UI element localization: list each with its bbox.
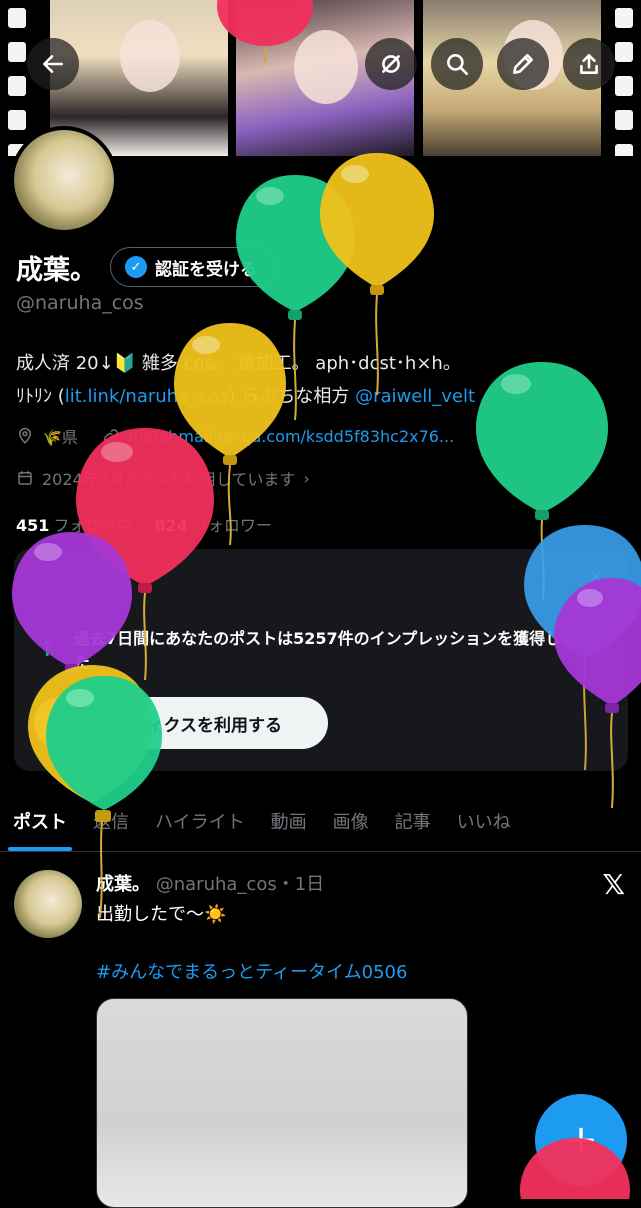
compose-button[interactable]: + bbox=[535, 1094, 627, 1186]
tab-articles[interactable]: 記事 bbox=[382, 790, 444, 851]
search-icon bbox=[447, 54, 469, 76]
tab-images[interactable]: 画像 bbox=[320, 790, 382, 851]
joined-text: 2024年6月からXを利用しています bbox=[42, 470, 296, 489]
share-upload-icon bbox=[580, 54, 598, 74]
followers-link[interactable]: 824 フォロワー bbox=[155, 516, 272, 535]
film-strip-left bbox=[0, 0, 34, 156]
tab-videos[interactable]: 動画 bbox=[258, 790, 320, 851]
film-strip-right bbox=[607, 0, 641, 156]
impressions-message: 過去7日間にあなたのポストは5257件のインプレッションを獲得しました bbox=[74, 629, 594, 672]
post-media-image[interactable] bbox=[96, 998, 468, 1208]
arrow-up-icon: ↑ bbox=[38, 637, 57, 662]
back-button[interactable] bbox=[27, 38, 79, 90]
x-logo-icon[interactable]: 𝕏 bbox=[602, 868, 625, 901]
tab-highlights[interactable]: ハイライト bbox=[142, 790, 258, 851]
post-time: ・1日 bbox=[276, 874, 325, 895]
sync-off-icon bbox=[382, 55, 400, 73]
close-icon[interactable]: ✕ bbox=[587, 565, 604, 589]
share-button[interactable] bbox=[563, 38, 615, 90]
impressions-card: 非公開 ✕ ↑ 過去7日間にあなたのポストは5257件のインプレッションを獲得し… bbox=[14, 549, 628, 771]
post-hashtag[interactable]: #みんなでまるっとティータイム0506 bbox=[96, 958, 407, 984]
tab-likes[interactable]: いいね bbox=[444, 790, 524, 851]
profile-bio: 成人済 20↓🔰 雑多 cos。 重加工。 aph･dcst･h×h。 ﾘﾄﾘﾝ… bbox=[16, 347, 626, 413]
profile-meta-location: 🌾県 marshmallow-qa.com/ksdd5f83hc2x76... bbox=[16, 424, 454, 448]
get-verified-button[interactable]: ✓ 認証を受ける bbox=[110, 247, 278, 287]
profile-tabs: ポスト 返信 ハイライト 動画 画像 記事 いいね bbox=[0, 790, 641, 852]
post-text: 出勤したで〜☀️ bbox=[96, 904, 227, 925]
post-handle: @naruha_cos bbox=[155, 874, 277, 895]
location-pin-icon bbox=[18, 427, 32, 444]
website-link[interactable]: marshmallow-qa.com/ksdd5f83hc2x76... bbox=[128, 427, 454, 446]
tab-posts[interactable]: ポスト bbox=[0, 790, 80, 851]
following-link[interactable]: 451 フォロー中 bbox=[16, 516, 133, 535]
chevron-right-icon: › bbox=[303, 468, 310, 488]
arrow-left-icon bbox=[43, 55, 63, 73]
profile-handle: @naruha_cos bbox=[16, 292, 144, 314]
post-header: 成葉。 @naruha_cos・1日 bbox=[96, 870, 324, 896]
edit-button[interactable] bbox=[497, 38, 549, 90]
profile-meta-joined: 2024年6月からXを利用しています › bbox=[16, 466, 310, 490]
link-icon bbox=[104, 429, 118, 443]
verified-badge-icon: ✓ bbox=[125, 256, 147, 278]
post-avatar[interactable] bbox=[14, 870, 82, 938]
tab-replies[interactable]: 返信 bbox=[80, 790, 142, 851]
bio-line-2: ﾘﾄﾘﾝ (lit.link/naruha_cos) らぶちな相方 @raiwe… bbox=[16, 386, 476, 407]
bio-line-1: 成人済 20↓🔰 雑多 cos。 重加工。 aph･dcst･h×h。 bbox=[16, 353, 461, 374]
profile-avatar[interactable] bbox=[10, 126, 118, 234]
get-verified-label: 認証を受ける bbox=[155, 259, 257, 280]
bio-mention[interactable]: @raiwell_velt bbox=[355, 386, 475, 407]
edit-pencil-icon bbox=[513, 54, 533, 74]
calendar-icon bbox=[18, 471, 32, 485]
sync-button[interactable] bbox=[365, 38, 417, 90]
search-button[interactable] bbox=[431, 38, 483, 90]
profile-name: 成葉。 bbox=[16, 255, 97, 286]
bio-link[interactable]: lit.link/naruha_cos bbox=[65, 386, 229, 407]
follow-stats: 451 フォロー中 824 フォロワー bbox=[16, 512, 272, 536]
location-text: 🌾県 bbox=[42, 428, 78, 447]
post-author[interactable]: 成葉。 bbox=[96, 874, 150, 895]
private-label: 非公開 bbox=[36, 575, 76, 590]
analytics-button[interactable]: アナリティクスを利用する bbox=[34, 697, 328, 749]
